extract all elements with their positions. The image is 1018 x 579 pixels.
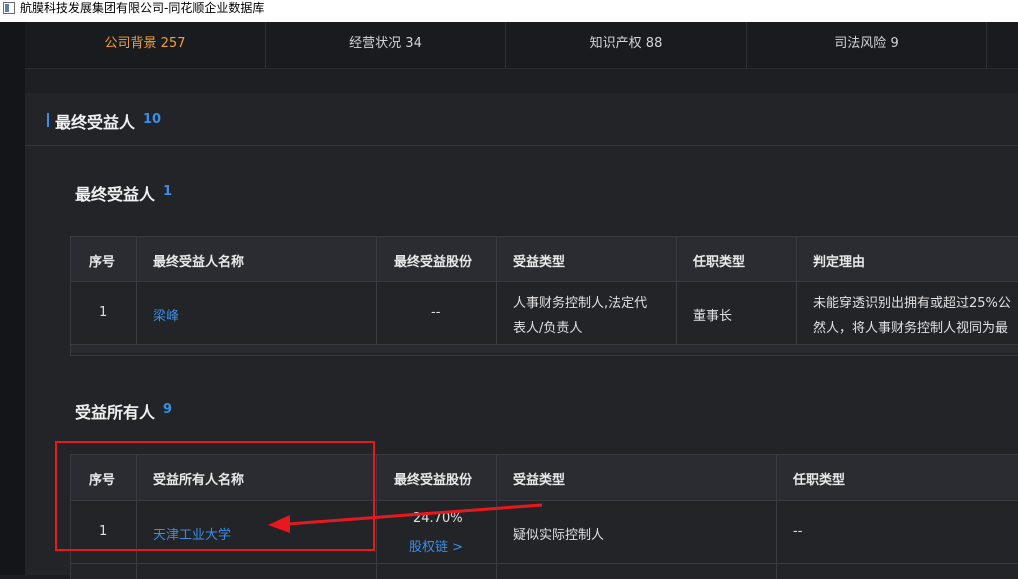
- annotation-arrow: [268, 503, 543, 533]
- arrow-shaft: [287, 503, 543, 526]
- arrow-head: [268, 515, 290, 533]
